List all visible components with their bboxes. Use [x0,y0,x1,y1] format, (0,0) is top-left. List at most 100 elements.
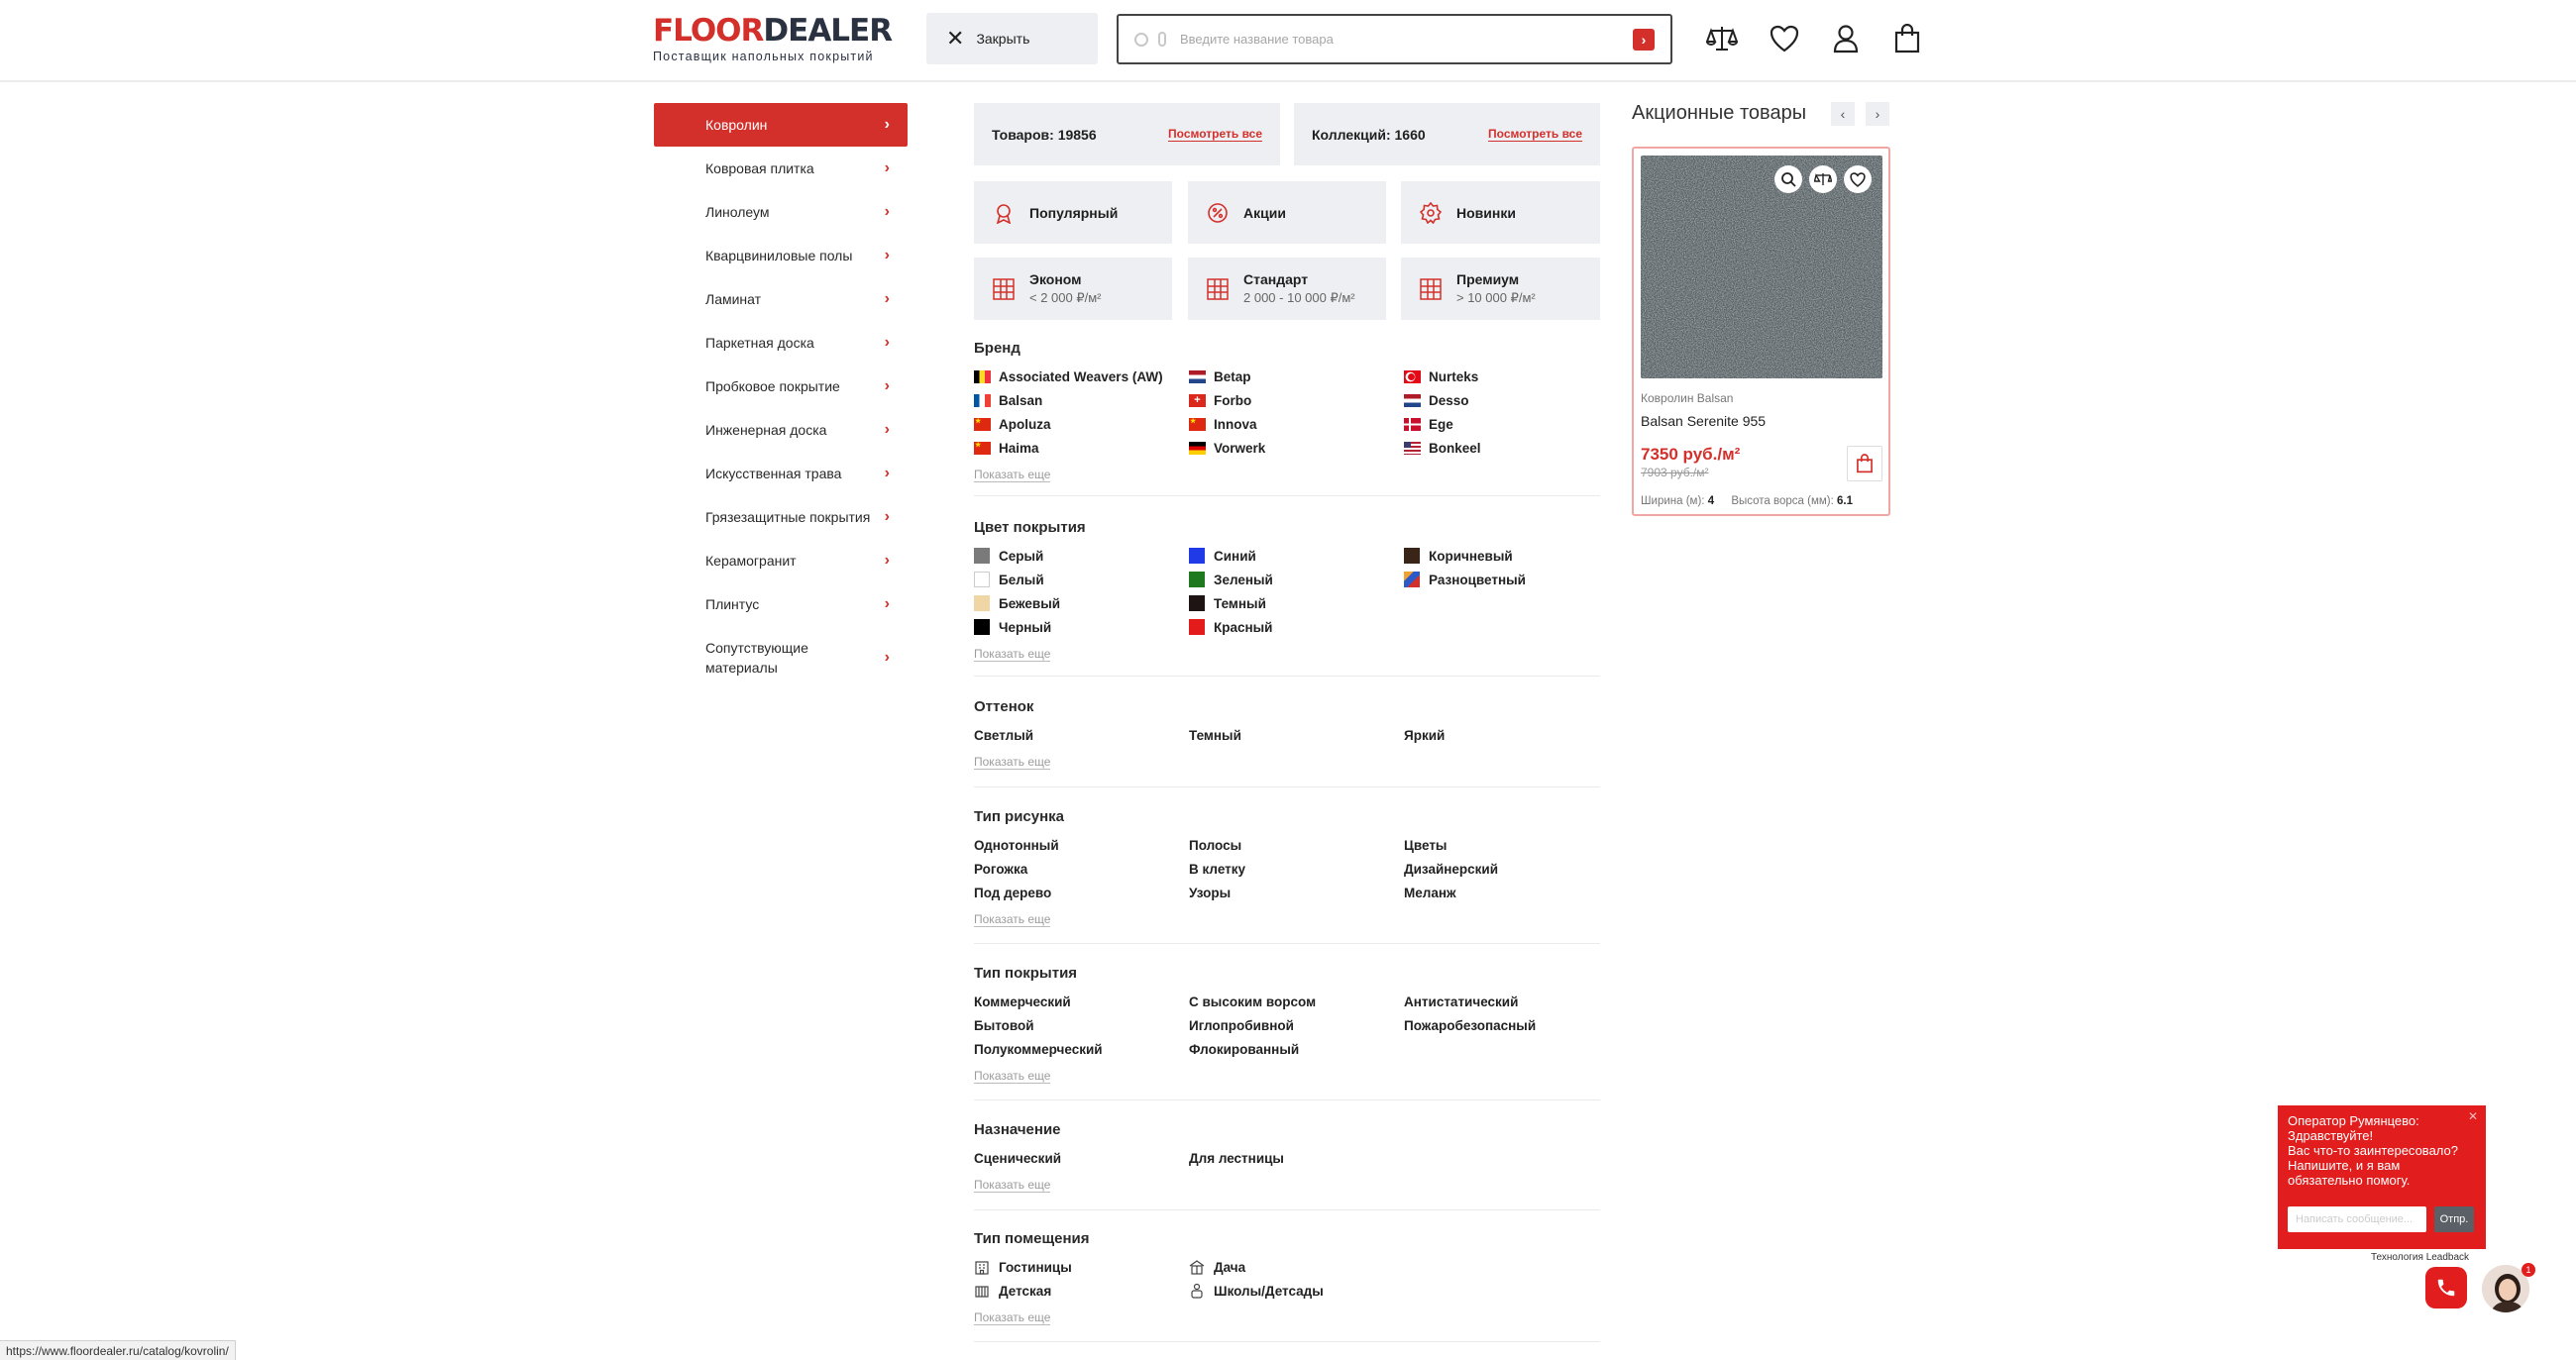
brand-option[interactable]: ★ Haima [974,440,1189,456]
cover-type-option[interactable]: Пожаробезопасный [1404,1017,1600,1033]
brand-option[interactable]: Balsan [974,392,1189,408]
brand-option[interactable]: Associated Weavers (AW) [974,368,1189,384]
color-option[interactable]: Коричневый [1404,548,1600,564]
heart-icon[interactable] [1766,20,1803,57]
shade-option[interactable]: Темный [1189,727,1404,743]
sidebar-item-parquet[interactable]: Паркетная доска › [654,321,908,365]
sidebar-item-cork[interactable]: Пробковое покрытие › [654,365,908,408]
sidebar-item-accessories[interactable]: Сопутствующие материалы › [654,626,908,689]
quick-view-button[interactable] [1774,165,1802,193]
brand-option[interactable]: ★ Innova [1189,416,1404,432]
chip-standard[interactable]: Стандарт 2 000 - 10 000 ₽/м² [1188,258,1386,320]
purpose-option[interactable]: Для лестницы [1189,1150,1404,1166]
search-bar[interactable]: Введите название товара › [1117,14,1672,64]
brand-option[interactable]: + Forbo [1189,392,1404,408]
color-option[interactable]: Красный [1189,619,1404,635]
color-option[interactable]: Разноцветный [1404,572,1600,587]
room-option[interactable]: Школы/Детсады [1189,1283,1404,1299]
chat-message-input[interactable]: Написать сообщение... [2288,1206,2426,1232]
cover-type-option[interactable]: Полукоммерческий [974,1041,1189,1057]
brand-option[interactable]: Bonkeel [1404,440,1600,456]
compare-icon[interactable] [1703,20,1741,57]
sidebar-item-carpet-tile[interactable]: Ковровая плитка › [654,147,908,190]
shade-option[interactable]: Яркий [1404,727,1600,743]
pattern-option[interactable]: Полосы [1189,837,1404,853]
cover-type-option[interactable]: Антистатический [1404,994,1600,1009]
sidebar-item-dirt-protection[interactable]: Грязезащитные покрытия › [654,495,908,539]
chip-econom[interactable]: Эконом < 2 000 ₽/м² [974,258,1172,320]
chip-premium[interactable]: Премиум > 10 000 ₽/м² [1401,258,1600,320]
compare-button[interactable] [1809,165,1837,193]
pattern-option[interactable]: Рогожка [974,861,1189,877]
chip-new[interactable]: Новинки [1401,181,1600,244]
sidebar-item-linoleum[interactable]: Линолеум › [654,190,908,234]
show-more-link[interactable]: Показать еще [974,912,1051,927]
show-more-link[interactable]: Показать еще [974,1310,1051,1325]
sidebar-item-engineered-board[interactable]: Инженерная доска › [654,408,908,452]
pattern-option[interactable]: Однотонный [974,837,1189,853]
cover-type-option[interactable]: Бытовой [974,1017,1189,1033]
brand-option[interactable]: Nurteks [1404,368,1600,384]
cart-icon[interactable] [1888,20,1926,57]
color-option[interactable]: Зеленый [1189,572,1404,587]
search-input[interactable]: Введите название товара [1180,32,1633,47]
sidebar-item-quartz-vinyl[interactable]: Кварцвиниловые полы › [654,234,908,277]
sidebar-item-laminate[interactable]: Ламинат › [654,277,908,321]
sidebar-item-artificial-grass[interactable]: Искусственная трава › [654,452,908,495]
pattern-option[interactable]: Меланж [1404,885,1600,900]
promo-next-button[interactable]: › [1866,102,1889,126]
favorite-button[interactable] [1844,165,1872,193]
cover-type-option[interactable]: Коммерческий [974,994,1189,1009]
show-more-link[interactable]: Показать еще [974,1069,1051,1084]
sidebar-item-plinth[interactable]: Плинтус › [654,582,908,626]
brand-option[interactable]: ★ Apoluza [974,416,1189,432]
logo[interactable]: FLOORDEALER Поставщик напольных покрытий [653,14,893,63]
color-option[interactable]: Бежевый [974,595,1189,611]
sidebar-item-porcelain[interactable]: Керамогранит › [654,539,908,582]
product-image[interactable] [1641,156,1882,378]
brand-option[interactable]: Vorwerk [1189,440,1404,456]
add-to-cart-button[interactable] [1847,446,1882,481]
brand-option[interactable]: Desso [1404,392,1600,408]
pattern-option[interactable]: Цветы [1404,837,1600,853]
show-more-link[interactable]: Показать еще [974,468,1051,482]
microphone-icon[interactable] [1158,32,1166,47]
pattern-option[interactable]: Узоры [1189,885,1404,900]
cover-type-option[interactable]: С высоким ворсом [1189,994,1404,1009]
chip-sales[interactable]: Акции [1188,181,1386,244]
purpose-option[interactable]: Сценический [974,1150,1189,1166]
chat-close-icon[interactable]: ✕ [2468,1109,2478,1124]
shade-option[interactable]: Светлый [974,727,1189,743]
chat-powered-by[interactable]: Технология Leadback [2371,1252,2469,1263]
show-more-link[interactable]: Показать еще [974,755,1051,770]
color-option[interactable]: Белый [974,572,1189,587]
promo-prev-button[interactable]: ‹ [1831,102,1855,126]
room-option[interactable]: Детская [974,1283,1189,1299]
brand-option[interactable]: Betap [1189,368,1404,384]
product-card[interactable]: Ковролин Balsan Balsan Serenite 955 7350… [1632,147,1890,516]
color-option[interactable]: Серый [974,548,1189,564]
color-option[interactable]: Темный [1189,595,1404,611]
view-all-goods-link[interactable]: Посмотреть все [1168,127,1262,142]
user-icon[interactable] [1827,20,1865,57]
color-option[interactable]: Черный [974,619,1189,635]
chat-send-button[interactable]: Отпр. [2434,1206,2474,1232]
product-name[interactable]: Balsan Serenite 955 [1641,413,1766,429]
show-more-link[interactable]: Показать еще [974,647,1051,662]
chip-popular[interactable]: Популярный [974,181,1172,244]
cover-type-option[interactable]: Флокированный [1189,1041,1404,1057]
call-button[interactable] [2425,1267,2467,1308]
show-more-link[interactable]: Показать еще [974,1178,1051,1193]
brand-option[interactable]: Ege [1404,416,1600,432]
search-submit-button[interactable]: › [1633,28,1655,51]
room-option[interactable]: Дача [1189,1259,1404,1275]
room-option[interactable]: Гостиницы [974,1259,1189,1275]
view-all-collections-link[interactable]: Посмотреть все [1488,127,1582,142]
sidebar-item-kovrolin[interactable]: Ковролин › [654,103,908,147]
cover-type-option[interactable]: Иглопробивной [1189,1017,1404,1033]
pattern-option[interactable]: Дизайнерский [1404,861,1600,877]
color-option[interactable]: Синий [1189,548,1404,564]
close-catalog-button[interactable]: ✕ Закрыть [926,13,1098,64]
pattern-option[interactable]: В клетку [1189,861,1404,877]
pattern-option[interactable]: Под дерево [974,885,1189,900]
